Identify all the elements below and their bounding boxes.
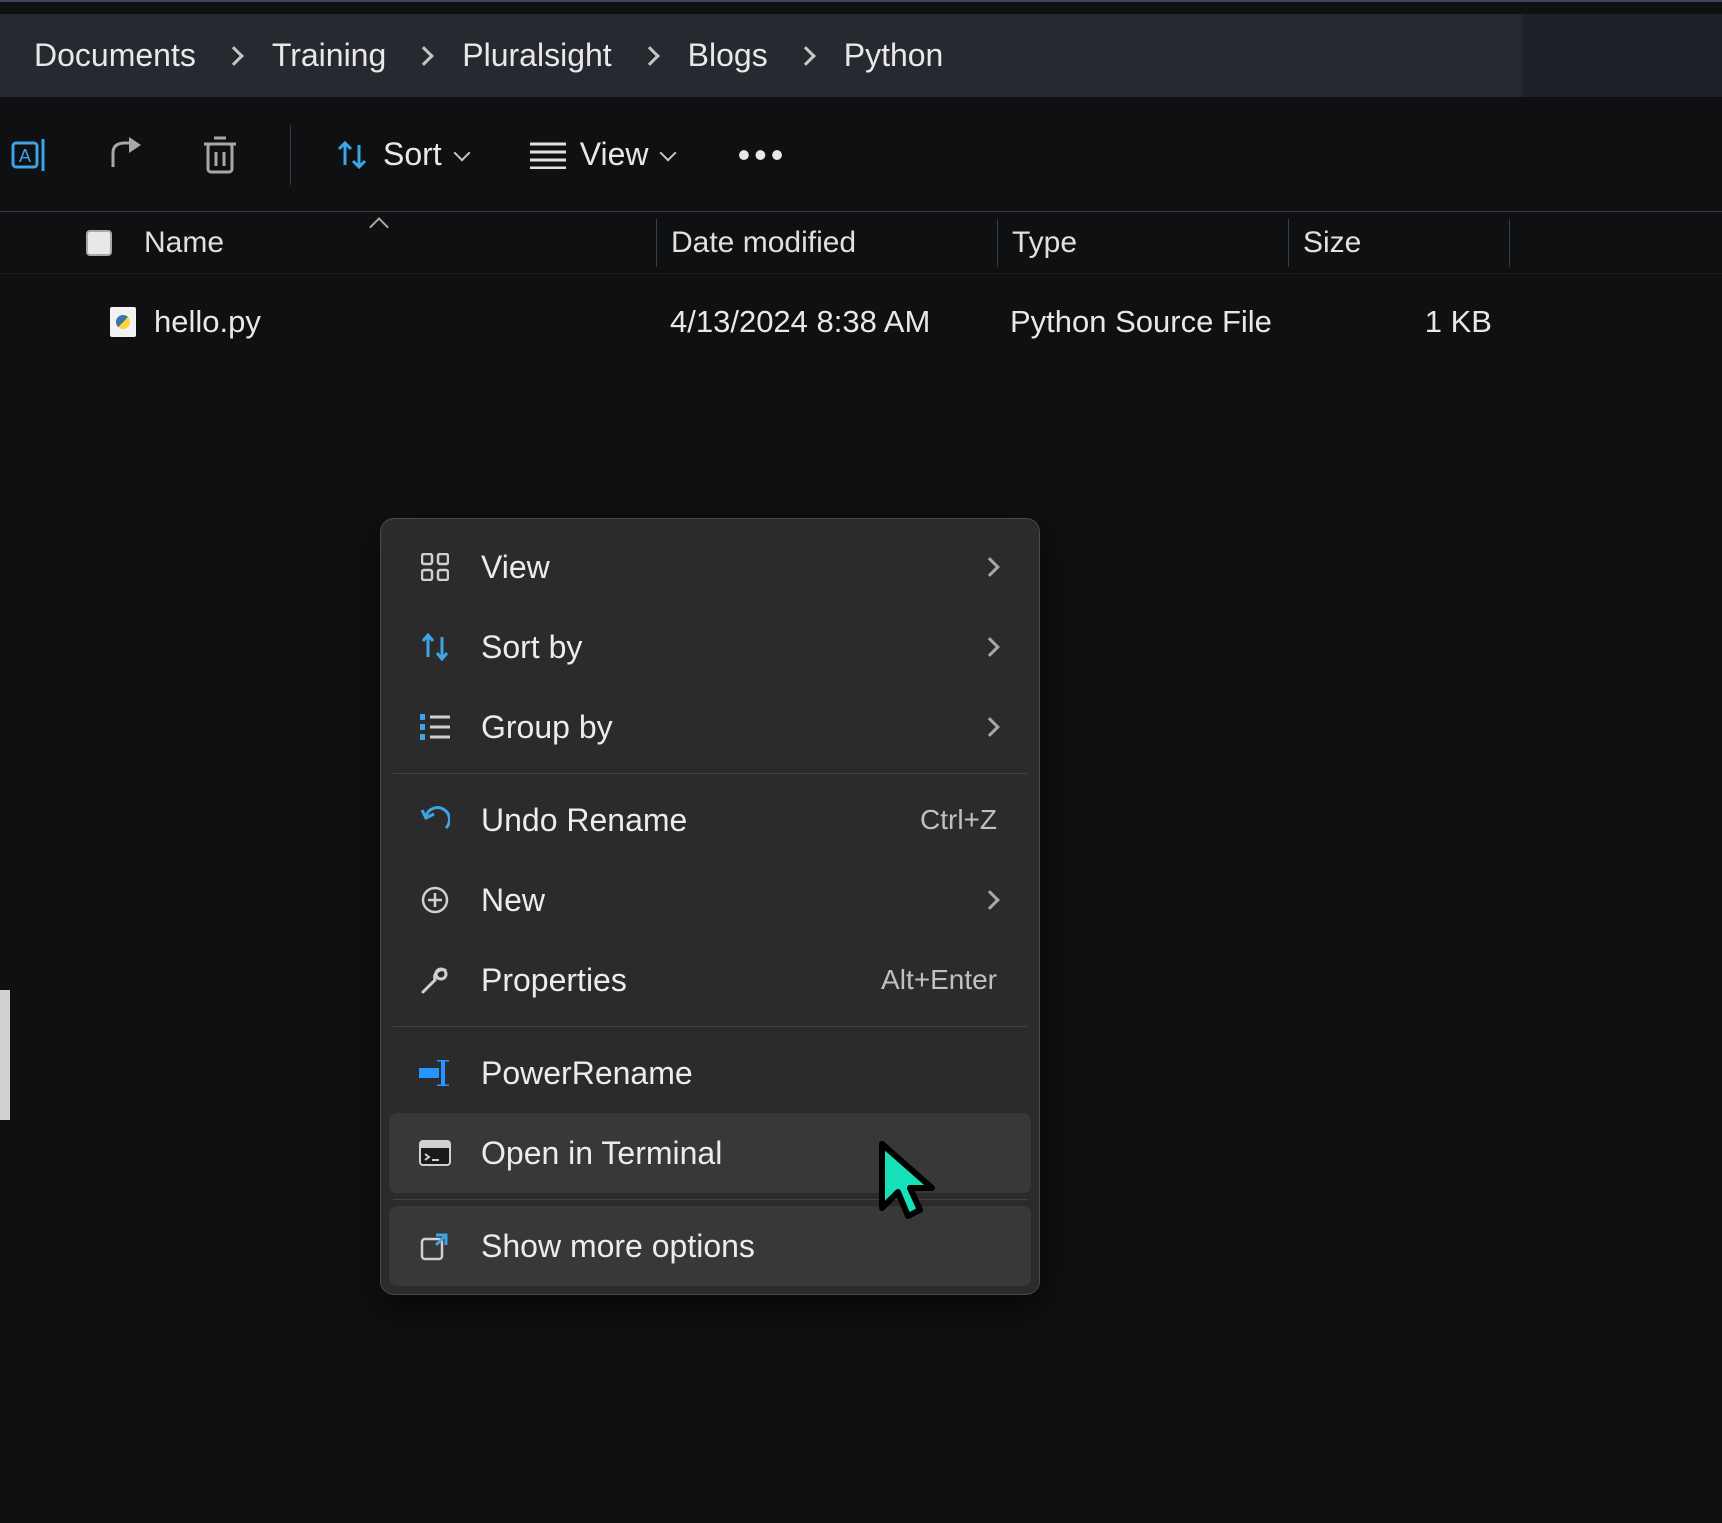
view-button[interactable]: View <box>524 128 681 181</box>
chevron-right-icon <box>980 557 1000 577</box>
toolbar: A Sort View <box>0 98 1722 212</box>
menu-label: Group by <box>481 709 955 746</box>
menu-label: Undo Rename <box>481 802 892 839</box>
column-header-row: Name Date modified Type Size <box>0 212 1722 274</box>
menu-label: PowerRename <box>481 1055 1003 1092</box>
chevron-down-icon <box>453 144 470 161</box>
chevron-right-icon <box>980 717 1000 737</box>
context-menu-show-more[interactable]: Show more options <box>389 1206 1031 1286</box>
context-menu-sort-by[interactable]: Sort by <box>389 607 1031 687</box>
context-menu-properties[interactable]: Properties Alt+Enter <box>389 940 1031 1020</box>
column-type[interactable]: Type <box>998 226 1288 260</box>
view-label: View <box>580 136 649 173</box>
chevron-right-icon[interactable] <box>210 49 258 63</box>
context-menu-open-terminal[interactable]: Open in Terminal <box>389 1113 1031 1193</box>
file-size: 1 KB <box>1286 304 1506 340</box>
column-size[interactable]: Size <box>1289 226 1509 260</box>
rename-icon[interactable]: A <box>0 137 64 173</box>
column-separator[interactable] <box>1509 219 1510 267</box>
menu-label: Show more options <box>481 1228 1003 1265</box>
column-name-label: Name <box>144 226 224 260</box>
powerrename-icon <box>417 1060 453 1086</box>
context-menu-powerrename[interactable]: PowerRename <box>389 1033 1031 1113</box>
menu-separator <box>393 773 1027 774</box>
popout-icon <box>417 1231 453 1261</box>
chevron-right-icon <box>980 890 1000 910</box>
menu-label: New <box>481 882 955 919</box>
file-date: 4/13/2024 8:38 AM <box>656 304 996 340</box>
context-menu-group-by[interactable]: Group by <box>389 687 1031 767</box>
breadcrumb-training[interactable]: Training <box>264 31 394 80</box>
properties-icon <box>417 964 453 996</box>
sort-icon <box>417 633 453 661</box>
svg-text:A: A <box>19 146 31 166</box>
window-top-highlight <box>0 0 1722 14</box>
more-button[interactable]: ••• <box>730 134 794 176</box>
column-name[interactable]: Name <box>86 226 656 260</box>
group-icon <box>417 714 453 740</box>
context-menu-new[interactable]: New <box>389 860 1031 940</box>
terminal-icon <box>417 1140 453 1166</box>
sort-label: Sort <box>383 136 442 173</box>
breadcrumb-blogs[interactable]: Blogs <box>680 31 776 80</box>
menu-label: View <box>481 549 955 586</box>
select-all-checkbox[interactable] <box>86 230 112 256</box>
context-menu-undo-rename[interactable]: Undo Rename Ctrl+Z <box>389 780 1031 860</box>
python-file-icon <box>110 307 136 337</box>
sort-icon <box>335 139 369 171</box>
undo-icon <box>417 806 453 834</box>
menu-label: Sort by <box>481 629 955 666</box>
context-menu-view[interactable]: View <box>389 527 1031 607</box>
menu-separator <box>393 1199 1027 1200</box>
toolbar-separator <box>290 125 291 185</box>
file-name: hello.py <box>154 304 261 340</box>
breadcrumb: Documents Training Pluralsight Blogs Pyt… <box>0 14 1722 98</box>
menu-shortcut: Alt+Enter <box>881 964 1003 996</box>
file-list[interactable]: hello.py 4/13/2024 8:38 AM Python Source… <box>0 290 1722 1470</box>
view-grid-icon <box>417 553 453 581</box>
new-icon <box>417 885 453 915</box>
delete-icon[interactable] <box>188 136 252 174</box>
chevron-right-icon[interactable] <box>626 49 674 63</box>
menu-separator <box>393 1026 1027 1027</box>
list-icon <box>530 141 566 169</box>
breadcrumb-python[interactable]: Python <box>836 31 952 80</box>
menu-shortcut: Ctrl+Z <box>920 804 1003 836</box>
file-type: Python Source File <box>996 304 1286 340</box>
chevron-right-icon <box>980 637 1000 657</box>
column-date[interactable]: Date modified <box>657 226 997 260</box>
left-edge-fragment <box>0 990 10 1120</box>
share-icon[interactable] <box>94 137 158 173</box>
sort-indicator-icon <box>369 217 389 237</box>
chevron-down-icon <box>660 144 677 161</box>
sort-button[interactable]: Sort <box>329 128 474 181</box>
chevron-right-icon[interactable] <box>782 49 830 63</box>
menu-label: Properties <box>481 962 853 999</box>
chevron-right-icon[interactable] <box>400 49 448 63</box>
context-menu: View Sort by Group by Undo Rename Ctrl+Z <box>380 518 1040 1295</box>
breadcrumb-overflow-region <box>1522 14 1722 97</box>
file-row[interactable]: hello.py 4/13/2024 8:38 AM Python Source… <box>0 290 1722 354</box>
menu-label: Open in Terminal <box>481 1135 1003 1172</box>
breadcrumb-documents[interactable]: Documents <box>26 31 204 80</box>
breadcrumb-pluralsight[interactable]: Pluralsight <box>454 31 619 80</box>
